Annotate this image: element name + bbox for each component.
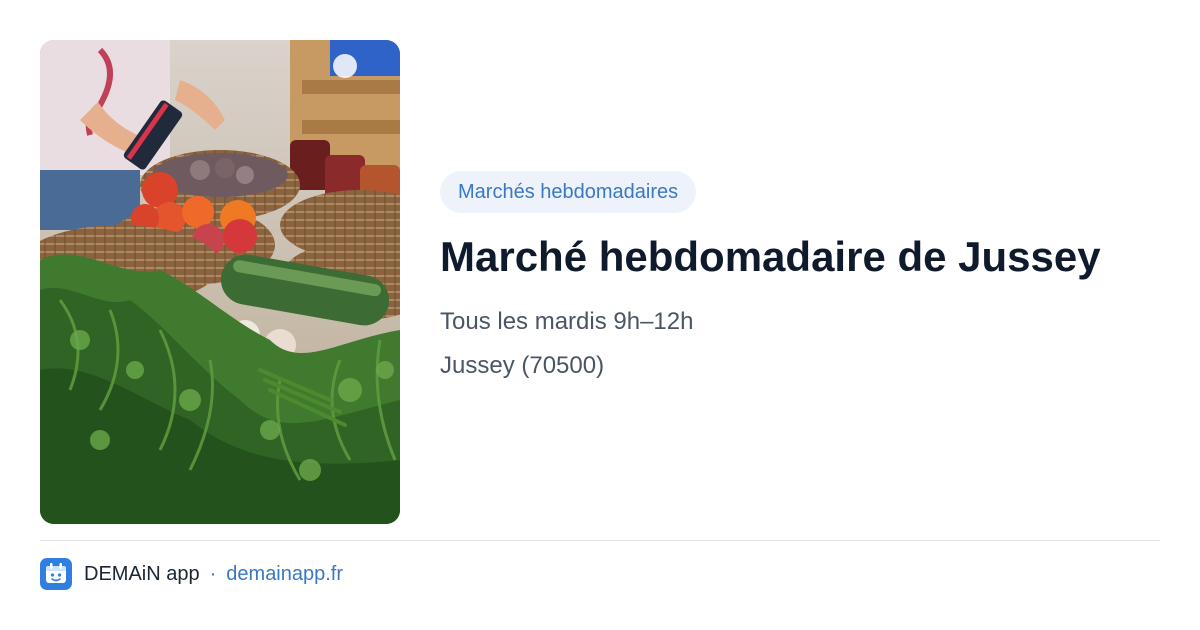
event-location: Jussey (70500) (440, 352, 605, 379)
footer-separator: · (209, 562, 217, 585)
share-card: Marchés hebdomadaires Marché hebdomadair… (0, 0, 1200, 630)
category-badge[interactable]: Marchés hebdomadaires (440, 171, 697, 213)
market-stall-image (40, 40, 400, 524)
demain-app-icon (40, 558, 72, 590)
market-photo (40, 40, 400, 524)
event-title: Marché hebdomadaire de Jussey (440, 233, 1101, 280)
footer: DEMAiN app · demainapp.fr (40, 558, 343, 590)
app-url-link[interactable]: demainapp.fr (226, 563, 343, 586)
event-details: Marchés hebdomadaires Marché hebdomadair… (440, 171, 1160, 381)
footer-divider (40, 540, 1160, 541)
app-name: DEMAiN app (84, 562, 200, 585)
event-schedule: Tous les mardis 9h–12h (440, 308, 694, 335)
